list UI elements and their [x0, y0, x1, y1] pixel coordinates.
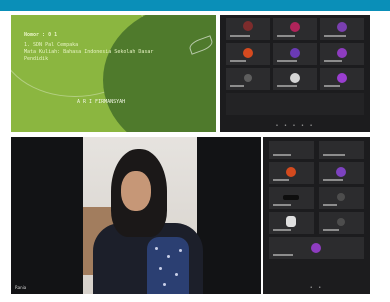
participant-row-empty — [226, 93, 364, 115]
participant-name — [324, 35, 346, 37]
participant-name — [273, 204, 291, 206]
scarf-pattern — [155, 247, 158, 250]
participant-name — [230, 85, 244, 87]
avatar — [243, 21, 253, 31]
grid-pager[interactable]: • • — [263, 285, 370, 291]
participant-tile[interactable] — [320, 18, 364, 40]
participant-tile[interactable] — [269, 237, 364, 259]
participant-tile[interactable] — [226, 18, 270, 40]
avatar — [290, 22, 300, 32]
scarf-pattern — [175, 273, 178, 276]
shared-screen-slide: Nomor : 0 1 1. SDN Pal Cempaka Mata Kuli… — [11, 15, 216, 132]
speaker-scarf — [147, 237, 189, 294]
avatar — [244, 74, 252, 82]
avatar — [337, 73, 347, 83]
participant-name — [273, 154, 291, 156]
participant-tile[interactable] — [319, 162, 364, 184]
participant-name — [277, 35, 295, 37]
participant-name — [323, 179, 343, 181]
slide-subtitle-2: Mata Kuliah: Bahasa Indonesia Sekolah Da… — [24, 49, 154, 55]
participant-tile[interactable] — [319, 141, 364, 159]
participant-tile[interactable] — [226, 43, 270, 65]
participant-grid-bottom: • • — [263, 137, 370, 294]
participant-name — [273, 254, 293, 256]
participant-name — [324, 60, 342, 62]
top-bar — [0, 0, 390, 11]
scarf-pattern — [167, 255, 170, 258]
participant-name — [273, 179, 289, 181]
participant-tile[interactable] — [226, 68, 270, 90]
scarf-pattern — [159, 267, 162, 270]
participant-tile[interactable] — [320, 68, 364, 90]
avatar — [337, 193, 345, 201]
participant-name — [323, 154, 345, 156]
participant-name — [324, 85, 340, 87]
slide-presenter-name: A R I FIRMANSYAH — [77, 99, 126, 105]
participant-tile[interactable] — [269, 212, 314, 234]
speaker-face — [121, 171, 151, 211]
participant-name-label: Rania — [15, 285, 27, 290]
avatar — [311, 243, 321, 253]
participant-name — [273, 229, 291, 231]
participant-name — [230, 60, 246, 62]
scarf-pattern — [163, 283, 166, 286]
participant-tile[interactable] — [319, 212, 364, 234]
avatar — [283, 195, 299, 200]
participant-tile[interactable] — [269, 141, 314, 159]
participant-tile[interactable] — [319, 187, 364, 209]
participant-name — [277, 60, 297, 62]
participant-tile[interactable] — [273, 18, 317, 40]
slide-subtitle-1: 1. SDN Pal Cempaka — [24, 42, 79, 48]
participant-name — [277, 85, 297, 87]
avatar — [337, 218, 345, 226]
avatar — [290, 48, 300, 58]
participant-tile[interactable] — [273, 68, 317, 90]
avatar — [286, 167, 296, 177]
slide-subtitle-3: Pendidik — [24, 56, 49, 62]
participant-tile[interactable] — [269, 187, 314, 209]
scarf-pattern — [179, 249, 182, 252]
participant-tile[interactable] — [269, 162, 314, 184]
grid-pager[interactable]: • • • • • — [220, 123, 370, 129]
avatar — [337, 48, 347, 58]
participant-name — [230, 35, 250, 37]
avatar — [336, 167, 346, 177]
avatar — [286, 216, 296, 227]
participant-name — [323, 204, 337, 206]
active-speaker-video: Rania — [11, 137, 261, 294]
avatar — [243, 48, 253, 58]
participant-name — [323, 229, 339, 231]
participant-grid-top: • • • • • — [220, 15, 370, 132]
avatar — [290, 73, 300, 83]
avatar — [337, 22, 347, 32]
participant-tile[interactable] — [320, 43, 364, 65]
participant-tile[interactable] — [273, 43, 317, 65]
slide-title: Nomor : 0 1 — [24, 32, 58, 38]
